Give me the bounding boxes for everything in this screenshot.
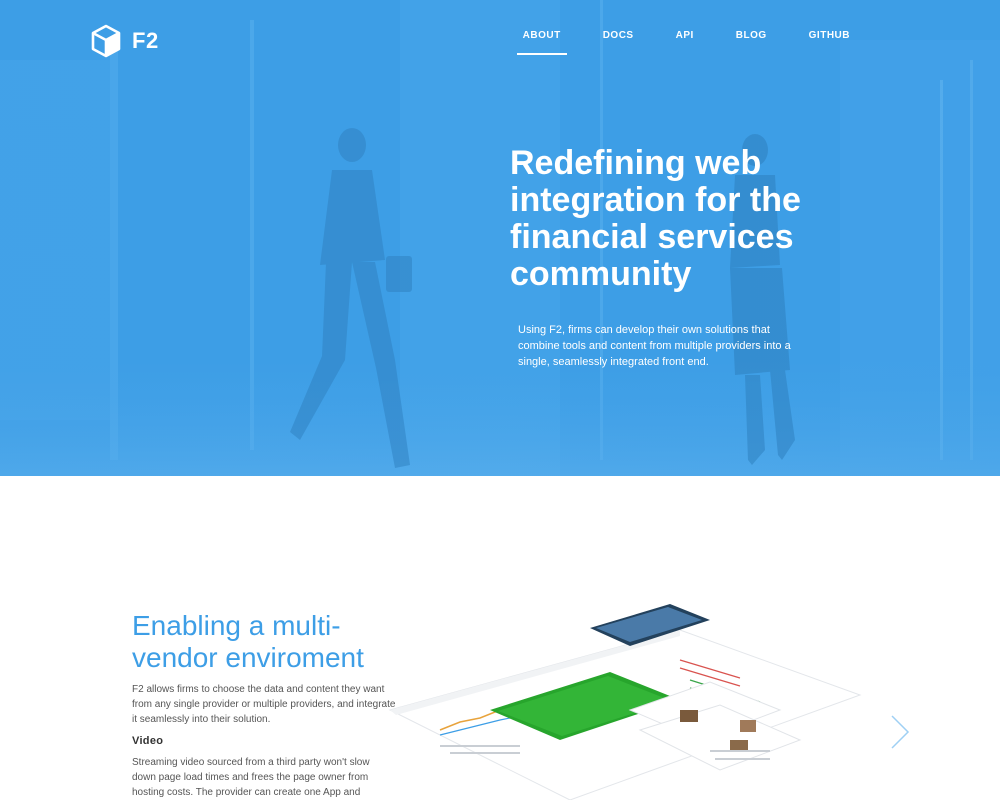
dashboard-mockup-image — [388, 604, 862, 800]
brand-name: F2 — [132, 28, 159, 53]
hero-title: Redefining web integration for the finan… — [510, 144, 801, 293]
cube-logo-icon — [91, 24, 121, 58]
nav-item-github[interactable]: GITHUB — [809, 30, 850, 49]
brand-logo[interactable]: F2 — [90, 24, 159, 58]
section-description: F2 allows firms to choose the data and c… — [132, 684, 396, 725]
video-description: Streaming video sourced from a third par… — [132, 757, 370, 798]
nav-item-blog[interactable]: BLOG — [736, 30, 767, 49]
top-navigation: ABOUT DOCS API BLOG GITHUB — [481, 30, 850, 55]
nav-item-docs[interactable]: DOCS — [603, 30, 634, 49]
hero-description: Using F2, firms can develop their own so… — [518, 324, 791, 368]
nav-item-about[interactable]: ABOUT — [516, 30, 567, 55]
nav-item-api[interactable]: API — [676, 30, 694, 49]
chevron-right-icon[interactable] — [888, 714, 912, 750]
video-heading: Video — [132, 735, 164, 747]
section-title: Enabling a multi-vendor enviroment — [132, 610, 364, 673]
hero-overlay — [0, 0, 1000, 476]
hero-section: F2 ABOUT DOCS API BLOG GITHUB Redefining… — [0, 0, 1000, 476]
